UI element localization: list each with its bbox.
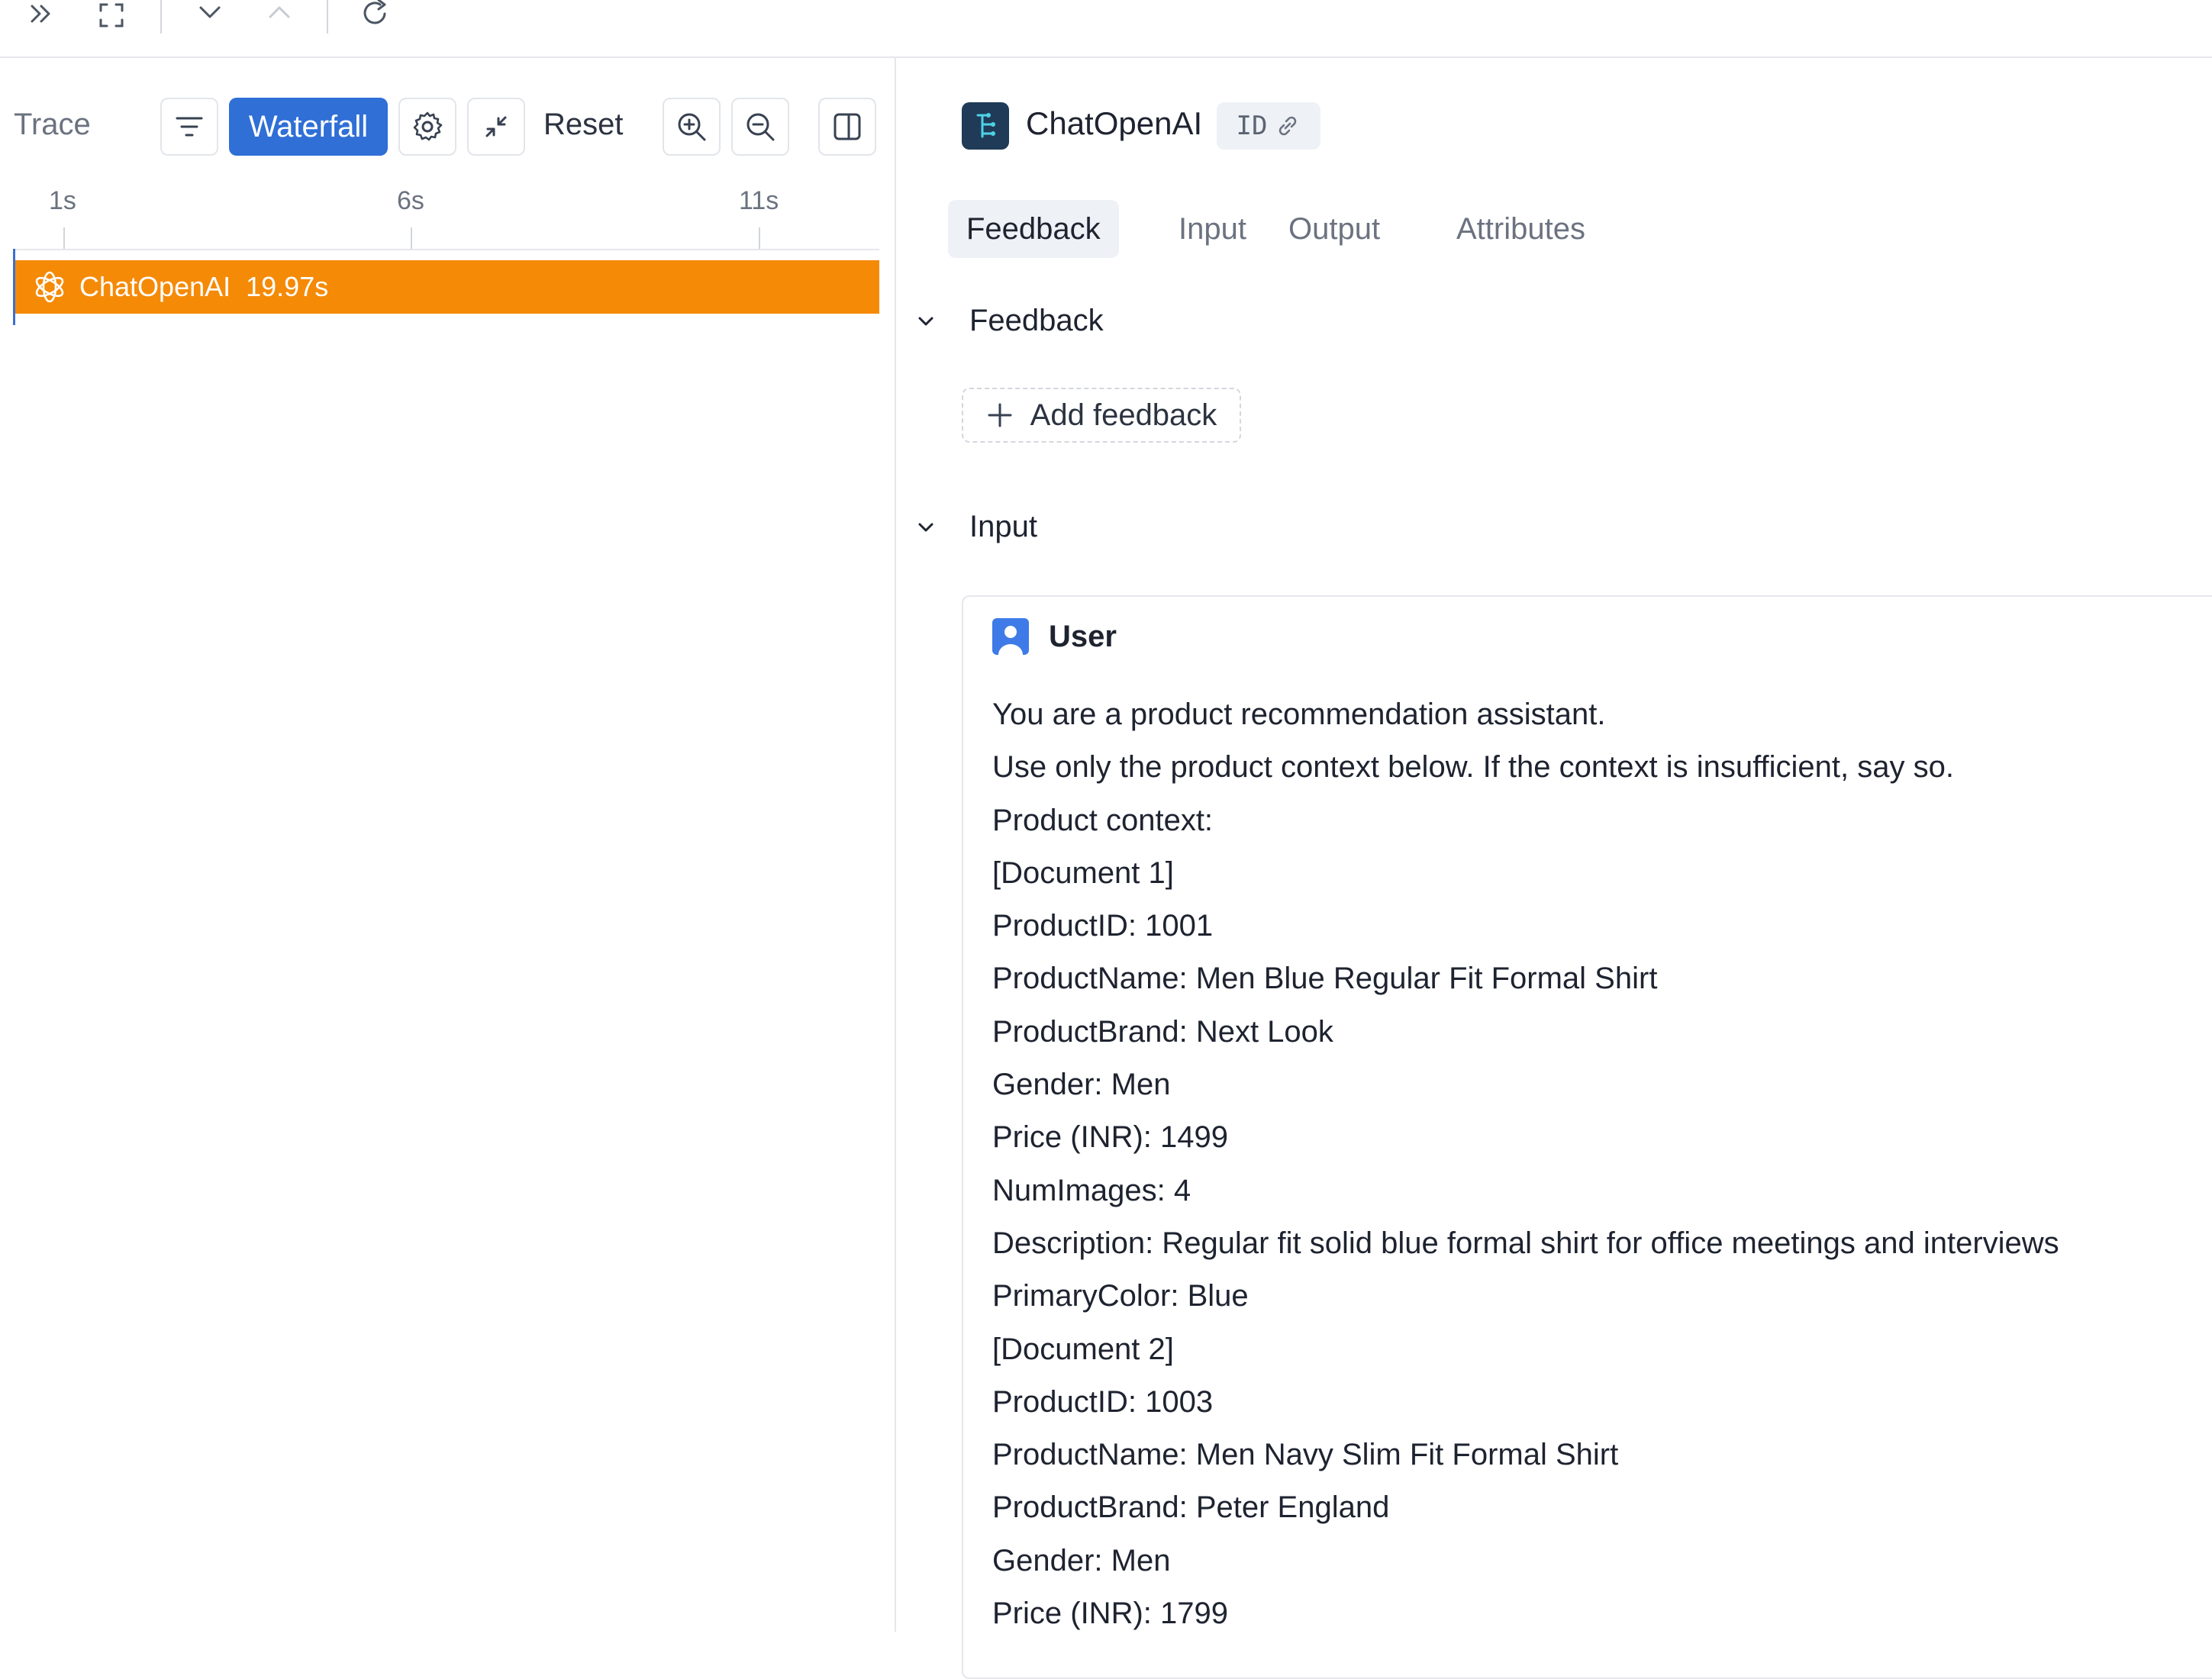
message-line: Product context:: [992, 803, 1214, 837]
message-line: ProductBrand: Peter England: [992, 1490, 1390, 1525]
tick-label: 11s: [739, 186, 779, 215]
top-toolbar: [0, 0, 2212, 58]
section-title: Input: [969, 510, 1037, 543]
user-icon: [992, 618, 1029, 655]
section-title: Feedback: [969, 304, 1104, 337]
tick-label: 6s: [397, 186, 424, 215]
tab-input[interactable]: Input: [1160, 200, 1265, 258]
span-name: ChatOpenAI: [79, 271, 231, 302]
message-line: ProductID: 1003: [992, 1384, 1214, 1419]
link-icon: [1279, 116, 1297, 136]
trace-panel: Trace Waterfall Reset 1s 6s 11s ChatOpen…: [0, 58, 896, 1632]
message-line: Gender: Men: [992, 1068, 1171, 1102]
tick-mark: [759, 227, 760, 249]
toggle-panel-button[interactable]: [818, 98, 876, 156]
add-feedback-label: Add feedback: [1030, 398, 1217, 432]
zoom-out-icon: [746, 113, 775, 141]
fullscreen-icon[interactable]: [89, 0, 134, 31]
span-bar-chatopenai[interactable]: ChatOpenAI 19.97s: [14, 260, 879, 314]
tab-attributes[interactable]: Attributes: [1438, 200, 1604, 258]
filter-button[interactable]: [160, 98, 218, 156]
toolbar-divider: [160, 0, 162, 34]
tab-feedback[interactable]: Feedback: [948, 200, 1119, 258]
plus-icon: [988, 403, 1012, 427]
message-line: ProductID: 1001: [992, 909, 1214, 943]
message-role: User: [1049, 620, 1117, 653]
message-line: ProductBrand: Next Look: [992, 1014, 1333, 1049]
copy-id-chip[interactable]: ID: [1217, 102, 1320, 150]
message-line: ProductName: Men Navy Slim Fit Formal Sh…: [992, 1438, 1619, 1472]
message-line: NumImages: 4: [992, 1173, 1191, 1207]
reset-button[interactable]: Reset: [543, 108, 624, 142]
tick-mark: [63, 227, 65, 249]
timeline-axis: [14, 249, 879, 250]
user-message-card: User You are a product recommendation as…: [962, 595, 2212, 1679]
message-line: [Document 1]: [992, 856, 1174, 890]
llm-span-icon: [962, 102, 1009, 150]
refresh-icon[interactable]: [353, 0, 398, 31]
sidebar-panel-icon: [834, 113, 861, 140]
tick-label: 1s: [49, 186, 76, 215]
waterfall-view-button[interactable]: Waterfall: [229, 98, 388, 156]
openai-icon: [31, 268, 69, 306]
span-duration: 19.97s: [246, 271, 329, 302]
filter-icon: [176, 117, 203, 137]
message-line: You are a product recommendation assista…: [992, 698, 1606, 731]
tab-output[interactable]: Output: [1270, 200, 1398, 258]
zoom-in-icon: [678, 113, 706, 141]
settings-button[interactable]: [398, 98, 456, 156]
zoom-out-button[interactable]: [731, 98, 789, 156]
message-line: [Document 2]: [992, 1332, 1174, 1366]
span-title: ChatOpenAI: [1026, 105, 1203, 141]
message-content: You are a product recommendation assista…: [992, 688, 2059, 1640]
tick-mark: [411, 227, 412, 249]
expand-double-chevron-icon[interactable]: [18, 0, 64, 31]
message-line: Price (INR): 1499: [992, 1120, 1228, 1155]
chevron-down-icon[interactable]: [187, 0, 233, 31]
message-line: Use only the product context below. If t…: [992, 750, 1954, 785]
input-section-header[interactable]: Input: [914, 510, 1037, 544]
message-line: Description: Regular fit solid blue form…: [992, 1226, 2059, 1260]
collapse-button[interactable]: [467, 98, 525, 156]
id-label: ID: [1236, 111, 1268, 141]
chevron-down-icon: [918, 317, 933, 325]
span-detail-panel: ChatOpenAI ID Feedback Input Output Attr…: [898, 58, 2212, 1679]
zoom-in-button[interactable]: [663, 98, 721, 156]
gear-icon: [413, 111, 443, 141]
toolbar-divider: [327, 0, 328, 34]
message-line: PrimaryColor: Blue: [992, 1279, 1249, 1313]
trace-title: Trace: [14, 108, 91, 141]
chevron-down-icon: [918, 523, 933, 531]
message-line: Price (INR): 1799: [992, 1597, 1228, 1631]
feedback-section-header[interactable]: Feedback: [914, 304, 1104, 338]
chevron-up-icon[interactable]: [256, 0, 302, 31]
timeline-cursor: [13, 249, 15, 325]
message-line: Gender: Men: [992, 1543, 1171, 1577]
add-feedback-button[interactable]: Add feedback: [962, 388, 1241, 443]
message-line: ProductName: Men Blue Regular Fit Formal…: [992, 962, 1658, 996]
collapse-arrows-icon: [485, 116, 507, 137]
